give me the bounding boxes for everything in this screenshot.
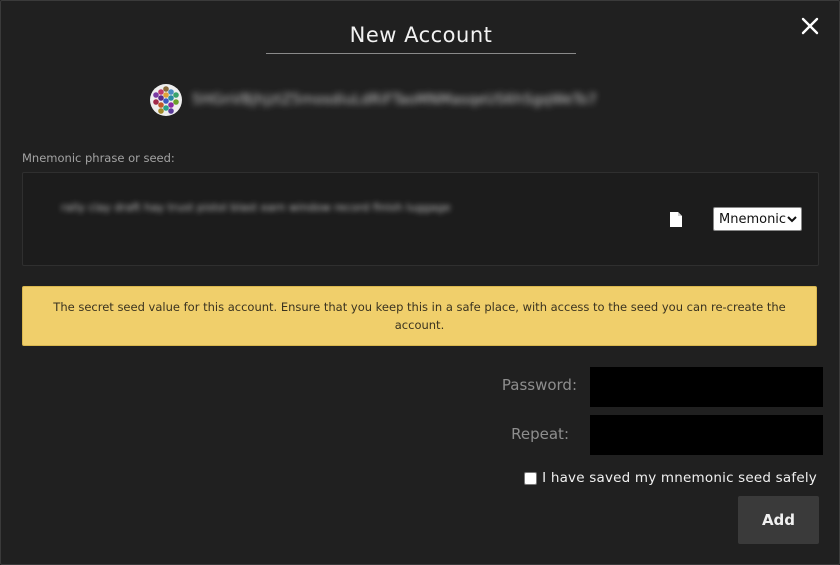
seed-box[interactable]: rally clay draft hay trust pistol blast … [22,172,819,266]
seed-type-value: Mnemonic [719,211,787,227]
seed-phrase[interactable]: rally clay draft hay trust pistol blast … [61,201,451,214]
account-address-row: 5HGnVBjhjztZ5mosdiuLdRiFTaoMNMasqeUS6hSg… [150,84,597,116]
document-copy-icon[interactable] [669,211,683,228]
modal-title: New Account [266,23,576,54]
saved-seed-checkbox[interactable] [524,471,538,485]
account-address: 5HGnVBjhjztZ5mosdiuLdRiFTaoMNMasqeUS6hSg… [192,92,598,108]
password-label: Password: [501,376,577,394]
warning-banner: The secret seed value for this account. … [22,286,817,346]
close-icon[interactable] [799,15,821,37]
warning-text: The secret seed value for this account. … [53,300,786,332]
saved-seed-label[interactable]: I have saved my mnemonic seed safely [542,470,817,486]
repeat-password-input[interactable] [590,415,823,455]
password-input[interactable] [590,367,823,407]
repeat-label: Repeat: [511,425,569,443]
new-account-modal: New Account 5HGnVBjhjztZ5mosdiuLdRiFTaoM… [0,0,840,565]
add-button[interactable]: Add [738,496,819,544]
polkadot-identicon-icon [150,84,182,116]
chevron-down-icon [787,216,797,223]
seed-label: Mnemonic phrase or seed: [22,151,175,165]
saved-seed-row[interactable]: I have saved my mnemonic seed safely [524,470,817,486]
seed-type-select[interactable]: Mnemonic [713,207,802,231]
